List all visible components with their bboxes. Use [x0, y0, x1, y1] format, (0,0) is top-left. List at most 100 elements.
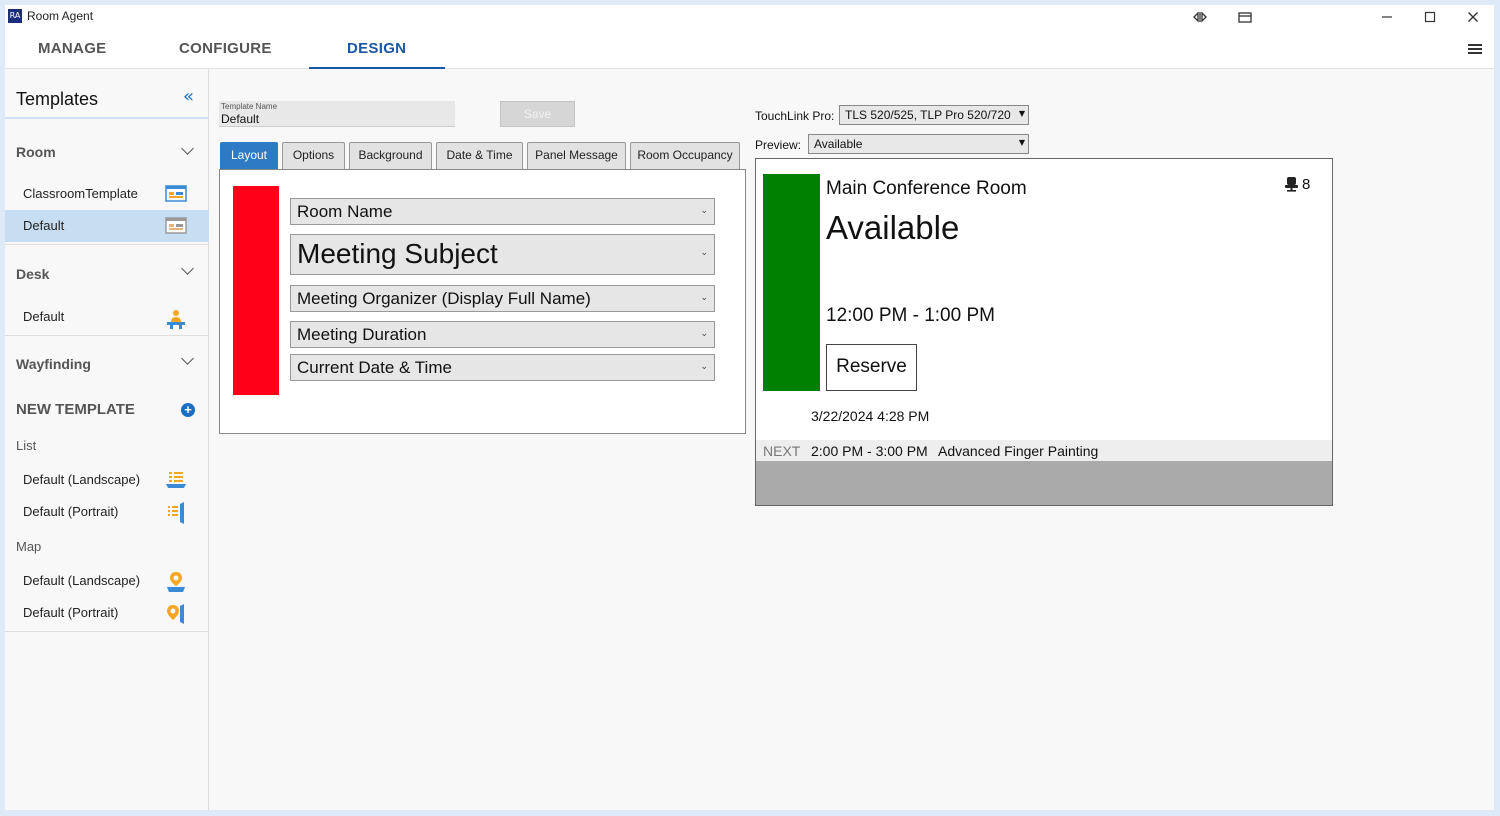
template-name-value: Default — [221, 112, 260, 126]
restore-window-icon[interactable] — [1225, 5, 1265, 29]
dropdown-value: Current Date & Time — [297, 358, 452, 377]
title-bar: RA Room Agent — [5, 5, 1494, 29]
minimize-icon[interactable] — [1367, 5, 1407, 29]
current-date-time-dropdown[interactable]: Current Date & Time ⌄ — [290, 354, 715, 381]
sidebar-item-label: Default (Portrait) — [23, 605, 119, 620]
touchlink-label: TouchLink Pro: — [755, 109, 835, 123]
sidebar-item-label: Default (Landscape) — [23, 472, 141, 487]
map-landscape-icon — [167, 572, 185, 592]
nav-tab-design[interactable]: DESIGN — [347, 40, 406, 57]
touchlink-select[interactable]: TLS 520/525, TLP Pro 520/720 ▼ — [839, 105, 1029, 125]
status-indicator-bar — [763, 174, 820, 391]
status-color-bar[interactable] — [233, 186, 279, 395]
list-portrait-icon — [168, 502, 184, 524]
sidebar-title: Templates — [16, 89, 99, 109]
sidebar-item-map-portrait[interactable]: Default (Portrait) — [5, 597, 209, 629]
next-subject: Advanced Finger Painting — [938, 443, 1099, 459]
chevron-down-icon: ⌄ — [700, 248, 708, 258]
map-section-label: Map — [16, 539, 42, 554]
app-window: RA Room Agent MANAGE CONFIGURE DESIGN Te… — [5, 5, 1494, 810]
preview-current-datetime: 3/22/2024 4:28 PM — [811, 408, 930, 424]
template-name-caption: Template Name — [221, 102, 278, 111]
hamburger-menu-icon[interactable] — [1468, 44, 1482, 55]
next-time: 2:00 PM - 3:00 PM — [811, 443, 928, 459]
template-name-field[interactable]: Template Name Default — [219, 101, 455, 127]
preview-footer — [756, 461, 1332, 505]
room-name-dropdown[interactable]: Room Name ⌄ — [290, 198, 715, 225]
sidebar-item-list-portrait[interactable]: Default (Portrait) — [5, 496, 209, 528]
meeting-organizer-dropdown[interactable]: Meeting Organizer (Display Full Name) ⌄ — [290, 285, 715, 312]
select-value: Available — [814, 137, 863, 151]
panel-preview: Main Conference Room Available 8 12:00 P… — [755, 158, 1333, 506]
window-title: Room Agent — [27, 9, 94, 23]
divider — [5, 335, 209, 336]
occupancy-indicator: 8 — [1285, 176, 1310, 193]
nav-tab-configure[interactable]: CONFIGURE — [179, 40, 272, 57]
sidebar-item-desk-default[interactable]: Default — [5, 301, 209, 333]
sidebar-item-label: Default — [23, 309, 65, 324]
dropdown-value: Meeting Organizer (Display Full Name) — [297, 289, 591, 308]
swap-view-icon[interactable] — [1180, 5, 1220, 29]
chevron-down-icon[interactable] — [181, 142, 194, 155]
preview-status: Available — [826, 209, 960, 246]
dropdown-value: Room Name — [297, 202, 393, 221]
chevron-down-icon: ⌄ — [700, 329, 708, 339]
tab-date-time[interactable]: Date & Time — [436, 142, 523, 169]
nav-tab-manage[interactable]: MANAGE — [38, 40, 106, 57]
reserve-button[interactable]: Reserve — [826, 344, 917, 391]
chevron-down-icon[interactable] — [181, 352, 194, 365]
tab-background[interactable]: Background — [349, 142, 432, 169]
chevron-down-icon: ⌄ — [700, 206, 708, 216]
preview-room-name: Main Conference Room — [826, 178, 1027, 199]
group-room[interactable]: Room — [16, 144, 56, 160]
tab-options[interactable]: Options — [282, 142, 345, 169]
preview-state-select[interactable]: Available ▼ — [808, 134, 1029, 154]
sidebar-item-label: Default — [23, 218, 65, 233]
sidebar-item-label: Default (Portrait) — [23, 504, 119, 519]
add-template-icon[interactable]: + — [181, 403, 195, 417]
preview-label: Preview: — [755, 138, 802, 152]
main-nav: MANAGE CONFIGURE DESIGN — [5, 29, 1494, 69]
divider — [5, 244, 209, 245]
room-layout-icon — [165, 185, 187, 202]
list-section-label: List — [16, 438, 37, 453]
collapse-sidebar-icon[interactable]: « — [183, 86, 194, 107]
preview-time-range: 12:00 PM - 1:00 PM — [826, 305, 995, 326]
maximize-icon[interactable] — [1410, 5, 1450, 29]
tab-layout[interactable]: Layout — [220, 142, 278, 169]
next-label: NEXT — [763, 443, 801, 459]
occupancy-count: 8 — [1302, 176, 1311, 193]
app-logo-icon: RA — [8, 9, 22, 23]
meeting-subject-dropdown[interactable]: Meeting Subject ⌄ — [290, 234, 715, 275]
dropdown-value: Meeting Subject — [297, 238, 498, 269]
room-layout-icon — [165, 217, 187, 234]
sidebar-item-room-default[interactable]: Default — [5, 210, 209, 242]
tab-room-occupancy[interactable]: Room Occupancy — [630, 142, 740, 169]
templates-sidebar: Templates « Room ClassroomTemplate Defau… — [5, 69, 209, 810]
sidebar-item-list-landscape[interactable]: Default (Landscape) — [5, 464, 209, 496]
sidebar-item-label: ClassroomTemplate — [23, 186, 138, 201]
tab-panel-message[interactable]: Panel Message — [527, 142, 626, 169]
save-button[interactable]: Save — [500, 101, 575, 127]
meeting-duration-dropdown[interactable]: Meeting Duration ⌄ — [290, 321, 715, 348]
chevron-down-icon: ⌄ — [700, 362, 708, 372]
select-value: TLS 520/525, TLP Pro 520/720 — [845, 108, 1011, 122]
new-template-heading: NEW TEMPLATE — [16, 401, 135, 418]
layout-panel: Room Name ⌄ Meeting Subject ⌄ Meeting Or… — [219, 169, 746, 434]
sidebar-item-classroomtemplate[interactable]: ClassroomTemplate — [5, 178, 209, 210]
dropdown-arrow-icon: ▼ — [1018, 138, 1025, 147]
group-desk[interactable]: Desk — [16, 266, 49, 282]
next-meeting-bar: NEXT 2:00 PM - 3:00 PM Advanced Finger P… — [756, 440, 1332, 461]
sidebar-header: Templates « — [5, 69, 209, 119]
sidebar-item-label: Default (Landscape) — [23, 573, 141, 588]
desk-person-icon — [167, 310, 185, 329]
chevron-down-icon[interactable] — [181, 262, 194, 275]
sidebar-item-map-landscape[interactable]: Default (Landscape) — [5, 565, 209, 597]
chair-icon — [1285, 177, 1298, 192]
chevron-down-icon: ⌄ — [700, 293, 708, 303]
group-wayfinding[interactable]: Wayfinding — [16, 356, 91, 372]
divider — [5, 631, 209, 632]
close-icon[interactable] — [1453, 5, 1493, 29]
list-landscape-icon — [166, 472, 186, 488]
active-tab-indicator — [309, 67, 445, 69]
